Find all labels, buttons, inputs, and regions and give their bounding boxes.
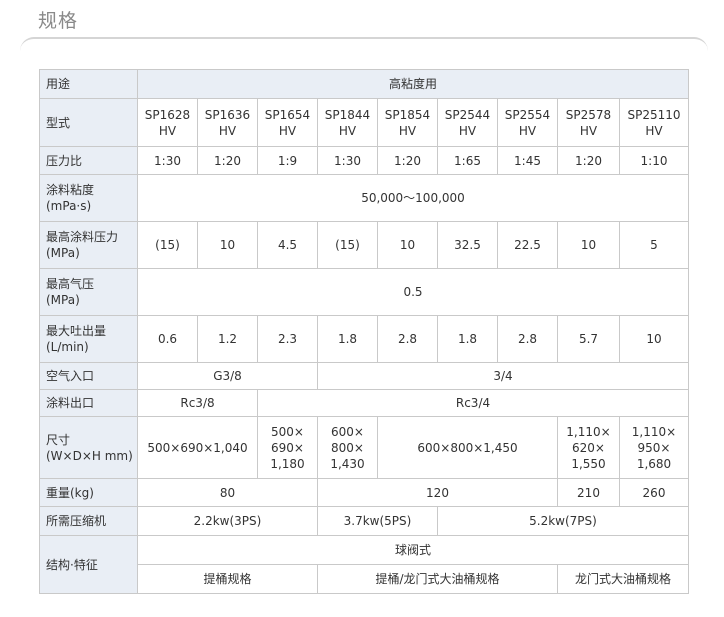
model-cell: SP1654 HV: [257, 98, 318, 147]
usage-value: 高粘度用: [137, 69, 689, 99]
fluid-pressure-cell: 32.5: [437, 221, 498, 269]
row-label-max-fluid-pressure: 最高涂料压力 (MPa): [39, 221, 138, 269]
row-max-air-pressure: 最高气压 (MPa) 0.5: [39, 268, 689, 316]
structure-cell: 提桶规格: [137, 564, 318, 594]
dimension-cell: 600×800×1,450: [377, 416, 558, 479]
output-cell: 10: [619, 315, 689, 363]
structure-cell: 提桶/龙门式大油桶规格: [317, 564, 558, 594]
ratio-cell: 1:65: [437, 146, 498, 175]
row-compressor: 所需压缩机 2.2kw(3PS) 3.7kw(5PS) 5.2kw(7PS): [39, 506, 689, 536]
model-cell: SP2544 HV: [437, 98, 498, 147]
air-inlet-large: 3/4: [317, 362, 689, 390]
model-cell: SP1636 HV: [197, 98, 258, 147]
compressor-cell: 5.2kw(7PS): [437, 506, 689, 536]
compressor-cell: 2.2kw(3PS): [137, 506, 318, 536]
row-label-usage: 用途: [39, 69, 138, 99]
fluid-pressure-cell: 10: [557, 221, 620, 269]
row-label-fluid-outlet: 涂料出口: [39, 389, 138, 417]
row-viscosity: 涂料粘度 (mPa·s) 50,000～100,000: [39, 174, 689, 222]
row-weight: 重量(kg) 80 120 210 260: [39, 478, 689, 507]
model-cell: SP1628 HV: [137, 98, 198, 147]
fluid-pressure-cell: 10: [197, 221, 258, 269]
row-label-ratio: 压力比: [39, 146, 138, 175]
dimension-cell: 500× 690× 1,180: [257, 416, 318, 479]
weight-cell: 260: [619, 478, 689, 507]
row-label-structure: 结构·特征: [39, 535, 138, 594]
output-cell: 0.6: [137, 315, 198, 363]
air-pressure-value: 0.5: [137, 268, 689, 316]
fluid-pressure-cell: 10: [377, 221, 438, 269]
ratio-cell: 1:10: [619, 146, 689, 175]
row-model: 型式 SP1628 HV SP1636 HV SP1654 HV SP1844 …: [39, 98, 689, 147]
output-cell: 1.8: [317, 315, 378, 363]
ratio-cell: 1:20: [197, 146, 258, 175]
dimension-cell: 500×690×1,040: [137, 416, 258, 479]
viscosity-value: 50,000～100,000: [137, 174, 689, 222]
dimension-cell: 1,110× 950× 1,680: [619, 416, 689, 479]
fluid-pressure-cell: 4.5: [257, 221, 318, 269]
compressor-cell: 3.7kw(5PS): [317, 506, 438, 536]
output-cell: 2.8: [497, 315, 558, 363]
weight-cell: 120: [317, 478, 558, 507]
dimension-cell: 1,110× 620× 1,550: [557, 416, 620, 479]
row-max-fluid-pressure: 最高涂料压力 (MPa) (15) 10 4.5 (15) 10 32.5 22…: [39, 221, 689, 269]
fluid-pressure-cell: 5: [619, 221, 689, 269]
structure-valve: 球阀式: [137, 535, 689, 565]
row-label-model: 型式: [39, 98, 138, 147]
fluid-pressure-cell: 22.5: [497, 221, 558, 269]
row-label-viscosity: 涂料粘度 (mPa·s): [39, 174, 138, 222]
row-air-inlet: 空气入口 G3/8 3/4: [39, 362, 689, 390]
row-label-weight: 重量(kg): [39, 478, 138, 507]
row-label-dimensions: 尺寸 (W×D×H mm): [39, 416, 138, 479]
ratio-cell: 1:45: [497, 146, 558, 175]
output-cell: 1.8: [437, 315, 498, 363]
output-cell: 2.3: [257, 315, 318, 363]
fluid-outlet-large: Rc3/4: [257, 389, 689, 417]
ratio-cell: 1:30: [137, 146, 198, 175]
row-label-compressor: 所需压缩机: [39, 506, 138, 536]
model-cell: SP25110 HV: [619, 98, 689, 147]
row-fluid-outlet: 涂料出口 Rc3/8 Rc3/4: [39, 389, 689, 417]
row-usage: 用途 高粘度用: [39, 69, 689, 99]
row-label-max-output: 最大吐出量 (L/min): [39, 315, 138, 363]
output-cell: 2.8: [377, 315, 438, 363]
row-structure-types: 提桶规格 提桶/龙门式大油桶规格 龙门式大油桶规格: [40, 564, 689, 594]
page-title: 规格: [38, 10, 79, 32]
dimension-cell: 600× 800× 1,430: [317, 416, 378, 479]
structure-cell: 龙门式大油桶规格: [557, 564, 689, 594]
output-cell: 1.2: [197, 315, 258, 363]
fluid-pressure-cell: (15): [137, 221, 198, 269]
model-cell: SP1854 HV: [377, 98, 438, 147]
ratio-cell: 1:20: [557, 146, 620, 175]
row-ratio: 压力比 1:30 1:20 1:9 1:30 1:20 1:65 1:45 1:…: [39, 146, 689, 175]
weight-cell: 80: [137, 478, 318, 507]
fluid-outlet-small: Rc3/8: [137, 389, 258, 417]
fluid-pressure-cell: (15): [317, 221, 378, 269]
ratio-cell: 1:30: [317, 146, 378, 175]
row-label-max-air-pressure: 最高气压 (MPa): [39, 268, 138, 316]
output-cell: 5.7: [557, 315, 620, 363]
row-max-output: 最大吐出量 (L/min) 0.6 1.2 2.3 1.8 2.8 1.8 2.…: [39, 315, 689, 363]
row-structure: 结构·特征 球阀式: [39, 535, 689, 594]
model-cell: SP2578 HV: [557, 98, 620, 147]
row-label-air-inlet: 空气入口: [39, 362, 138, 390]
model-cell: SP2554 HV: [497, 98, 558, 147]
ratio-cell: 1:9: [257, 146, 318, 175]
air-inlet-small: G3/8: [137, 362, 318, 390]
spec-table: 用途 高粘度用 型式 SP1628 HV SP1636 HV SP1654 HV…: [39, 69, 689, 594]
model-cell: SP1844 HV: [317, 98, 378, 147]
title-divider: [20, 37, 708, 55]
row-dimensions: 尺寸 (W×D×H mm) 500×690×1,040 500× 690× 1,…: [39, 416, 689, 479]
weight-cell: 210: [557, 478, 620, 507]
ratio-cell: 1:20: [377, 146, 438, 175]
